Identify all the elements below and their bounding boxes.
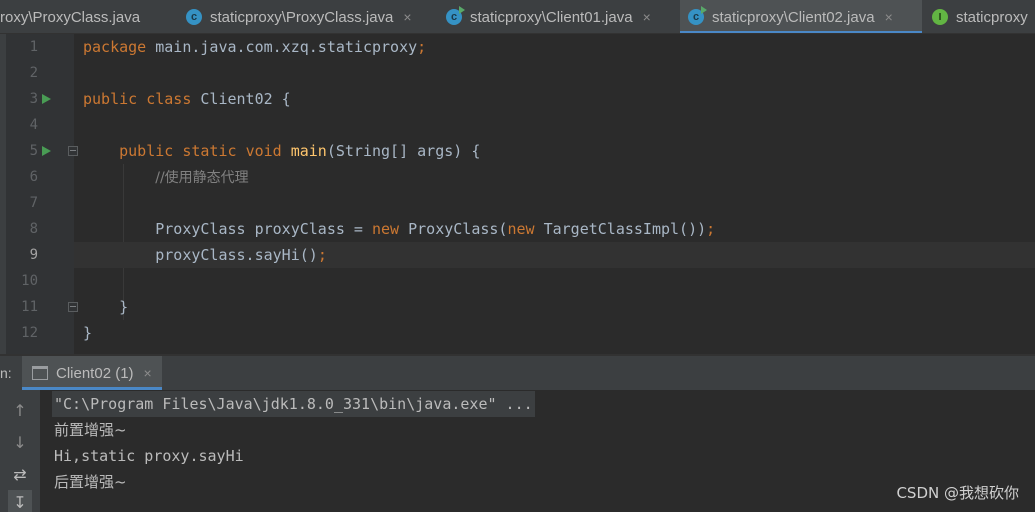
code-line: //使用静态代理 (155, 170, 249, 186)
line-number: 1 (29, 39, 38, 55)
close-icon[interactable]: × (144, 365, 152, 381)
tab-staticproxy-proxyclass[interactable]: staticproxy\ProxyClass.java × (178, 0, 436, 33)
watermark: CSDN @我想砍你 (896, 484, 1019, 502)
console-output-line: 后置增强~ (54, 473, 127, 491)
console-output-line: 前置增强~ (54, 421, 127, 439)
tab-label: staticproxy\ProxyClass.java (210, 8, 394, 26)
code-line: } (83, 324, 93, 342)
line-number: 6 (29, 169, 38, 185)
console-output-line: Hi,static proxy.sayHi (54, 447, 244, 465)
tab-staticproxy-client01[interactable]: staticproxy\Client01.java × (438, 0, 678, 33)
run-tab-client02[interactable]: Client02 (1) × (22, 356, 162, 390)
runnable-class-icon (446, 6, 465, 25)
tab-label: roxy\ProxyClass.java (0, 8, 141, 26)
tab-label: staticproxy (956, 8, 1028, 26)
line-number: 2 (29, 65, 38, 81)
code-line: public class Client02 { (83, 90, 291, 108)
close-icon[interactable]: × (885, 9, 893, 25)
line-number: 12 (21, 325, 38, 341)
line-number: 7 (29, 195, 38, 211)
soft-wrap-icon[interactable]: ⇄ (8, 462, 32, 486)
close-icon[interactable]: × (403, 9, 411, 25)
line-number: 9 (29, 247, 38, 263)
line-gutter: 1 2 3 4 5 6 7 8 9 10 11 12 (6, 34, 78, 354)
line-number: 3 (29, 91, 38, 107)
tab-staticproxy-interface[interactable]: staticproxy (924, 0, 1035, 33)
console-command-line: "C:\Program Files\Java\jdk1.8.0_331\bin\… (52, 391, 535, 417)
scroll-to-end-icon[interactable]: ↧ (8, 490, 32, 512)
run-gutter-icon[interactable] (42, 94, 51, 104)
tab-proxyclass-1[interactable]: roxy\ProxyClass.java (0, 0, 170, 33)
code-line: public static void main(String[] args) { (119, 142, 481, 160)
line-number: 8 (29, 221, 38, 237)
code-line: ProxyClass proxyClass = new ProxyClass(n… (155, 220, 716, 238)
line-number: 5 (29, 143, 38, 159)
class-icon (186, 9, 202, 25)
code-line: } (119, 298, 129, 316)
tab-staticproxy-client02[interactable]: staticproxy\Client02.java × (680, 0, 922, 33)
run-panel-title: n: (0, 365, 12, 381)
close-icon[interactable]: × (643, 9, 651, 25)
interface-icon (932, 9, 948, 25)
code-line-current: proxyClass.sayHi(); (74, 242, 1035, 268)
tab-label: staticproxy\Client02.java (712, 8, 875, 26)
run-tab-label: Client02 (1) (56, 364, 134, 382)
console-icon (32, 366, 48, 380)
tab-label: staticproxy\Client01.java (470, 8, 633, 26)
line-number: 4 (29, 117, 38, 133)
editor-tab-bar: roxy\ProxyClass.java staticproxy\ProxyCl… (0, 0, 1035, 34)
line-number: 11 (21, 299, 38, 315)
arrow-down-icon[interactable]: ↓ (8, 430, 32, 454)
line-number: 10 (21, 273, 38, 289)
code-editor[interactable]: 1 2 3 4 5 6 7 8 9 10 11 12 package main.… (0, 34, 1035, 354)
code-area[interactable]: package main.java.com.xzq.staticproxy; p… (74, 34, 1035, 354)
console-output[interactable]: "C:\Program Files\Java\jdk1.8.0_331\bin\… (40, 390, 1035, 512)
run-gutter-icon[interactable] (42, 146, 51, 156)
run-panel-header: n: Client02 (1) × (0, 356, 1035, 390)
run-toolstrip: ↑ ↓ ⇄ ↧ (0, 390, 40, 512)
code-line: package main.java.com.xzq.staticproxy; (83, 38, 427, 56)
run-panel-body: ↑ ↓ ⇄ ↧ "C:\Program Files\Java\jdk1.8.0_… (0, 390, 1035, 512)
arrow-up-icon[interactable]: ↑ (8, 398, 32, 422)
runnable-class-icon (688, 6, 707, 25)
